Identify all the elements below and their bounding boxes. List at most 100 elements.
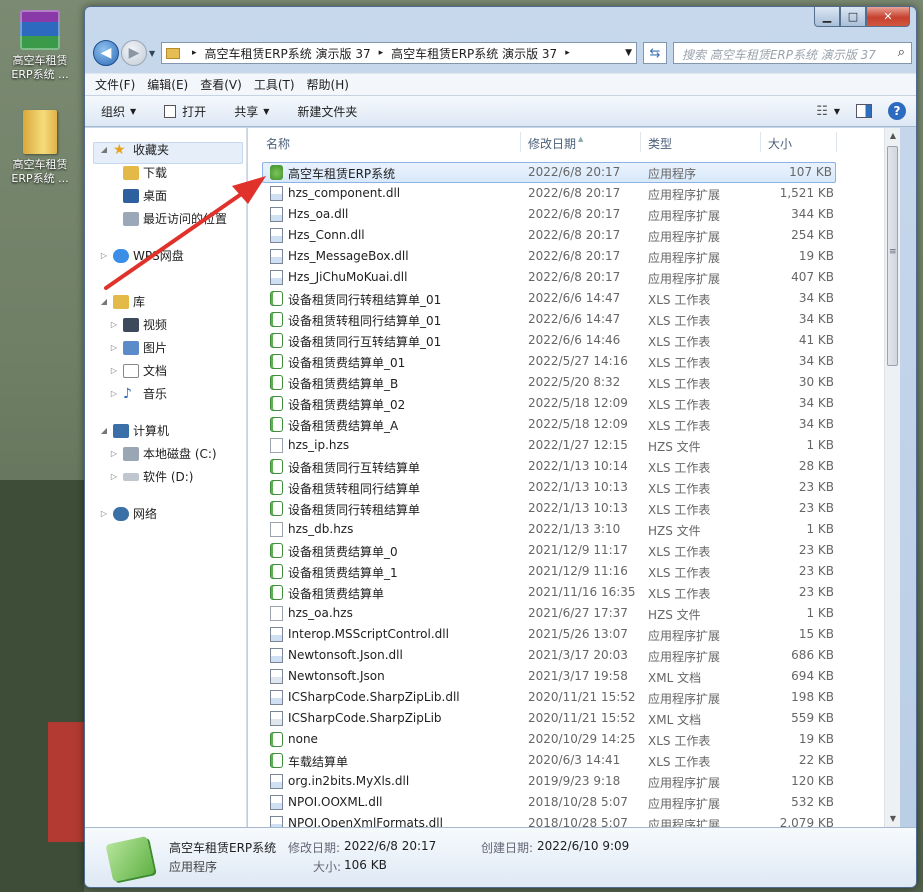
column-size[interactable]: 大小 [768, 135, 792, 152]
expand-icon[interactable]: ◢ [99, 426, 109, 435]
nav-music[interactable]: ▷ ♪ 音乐 [85, 382, 246, 405]
scroll-up-icon[interactable]: ▲ [885, 128, 901, 144]
nav-local-disk[interactable]: ▷ 本地磁盘 (C:) [85, 442, 246, 465]
column-modified[interactable]: 修改日期 [528, 135, 576, 152]
expand-icon[interactable]: ▷ [99, 509, 109, 518]
table-row[interactable]: 设备租赁费结算单 2021/11/16 16:35 XLS 工作表 23 KB [248, 582, 900, 603]
expand-icon[interactable]: ▷ [109, 343, 119, 352]
help-icon[interactable]: ? [888, 102, 906, 120]
expand-icon[interactable]: ▷ [109, 449, 119, 458]
breadcrumb-separator[interactable]: ▸ [565, 48, 570, 58]
file-type: XLS 工作表 [648, 335, 711, 349]
vertical-scrollbar[interactable]: ▲ ▼ [884, 128, 900, 827]
table-row[interactable]: 设备租赁转租同行结算单_01 2022/6/6 14:47 XLS 工作表 34 KB [248, 309, 900, 330]
expand-icon[interactable]: ▷ [99, 251, 109, 260]
table-row[interactable]: 设备租赁费结算单_B 2022/5/20 8:32 XLS 工作表 30 KB [248, 372, 900, 393]
scrollbar-thumb[interactable] [887, 146, 898, 366]
breadcrumb-separator[interactable]: ▸ [379, 48, 384, 58]
nav-wps[interactable]: ▷ WPS网盘 [85, 244, 246, 267]
maximize-button[interactable]: □ [840, 7, 866, 27]
table-row[interactable]: ICSharpCode.SharpZipLib 2020/11/21 15:52 X… [248, 708, 900, 729]
table-row[interactable]: 设备租赁同行互转结算单_01 2022/6/6 14:46 XLS 工作表 41 KB [248, 330, 900, 351]
expand-icon[interactable]: ▷ [109, 320, 119, 329]
table-row[interactable]: hzs_component.dll 2022/6/8 20:17 应用程序扩展 1,5… [248, 183, 900, 204]
breadcrumb-item[interactable]: 高空车租赁ERP系统 演示版 37 [205, 45, 371, 62]
table-row[interactable]: Hzs_Conn.dll 2022/6/8 20:17 应用程序扩展 254 KB [248, 225, 900, 246]
scroll-down-icon[interactable]: ▼ [885, 811, 901, 827]
table-row[interactable]: org.in2bits.MyXls.dll 2019/9/23 9:18 应用程序扩… [248, 771, 900, 792]
organize-button[interactable]: 组织 ▼ [101, 103, 136, 120]
nav-recent[interactable]: 最近访问的位置 [85, 207, 246, 230]
expand-icon[interactable]: ◢ [99, 145, 109, 154]
nav-favorites[interactable]: ◢ ★ 收藏夹 [85, 138, 246, 161]
nav-network[interactable]: ▷ 网络 [85, 502, 246, 525]
open-button[interactable]: 打开 [164, 103, 206, 120]
chevron-down-icon[interactable]: ▼ [625, 48, 632, 58]
preview-pane-icon[interactable] [856, 104, 872, 118]
menu-file[interactable]: 文件(F) [95, 76, 135, 93]
table-row[interactable]: Hzs_MessageBox.dll 2022/6/8 20:17 应用程序扩展 19… [248, 246, 900, 267]
desktop-icon-folder[interactable]: 高空车租赁ERP系统 ... [4, 110, 76, 186]
change-view-icon[interactable]: ☷ [816, 104, 828, 119]
back-button[interactable]: ◀ [93, 40, 119, 66]
table-row[interactable]: ICSharpCode.SharpZipLib.dll 2020/11/21 15… [248, 687, 900, 708]
close-button[interactable]: ✕ [866, 7, 910, 27]
nav-downloads[interactable]: 下载 [85, 161, 246, 184]
table-row[interactable]: none 2020/10/29 14:25 XLS 工作表 19 KB [248, 729, 900, 750]
table-row[interactable]: 设备租赁费结算单_A 2022/5/18 12:09 XLS 工作表 34 KB [248, 414, 900, 435]
refresh-button[interactable]: ⇆ [643, 42, 667, 64]
breadcrumb-item[interactable]: 高空车租赁ERP系统 演示版 37 [391, 45, 557, 62]
table-row[interactable]: 高空车租赁ERP系统 2022/6/8 20:17 应用程序 107 KB [262, 162, 836, 183]
table-row[interactable]: 设备租赁费结算单_02 2022/5/18 12:09 XLS 工作表 34 KB [248, 393, 900, 414]
desktop-icon-archive[interactable]: 高空车租赁ERP系统 ... [4, 10, 76, 82]
nav-documents[interactable]: ▷ 文档 [85, 359, 246, 382]
menu-view[interactable]: 查看(V) [200, 76, 242, 93]
nav-desktop[interactable]: 桌面 [85, 184, 246, 207]
menu-edit[interactable]: 编辑(E) [147, 76, 188, 93]
table-row[interactable]: Newtonsoft.Json 2021/3/17 19:58 XML 文档 694 … [248, 666, 900, 687]
table-row[interactable]: 车载结算单 2020/6/3 14:41 XLS 工作表 22 KB [248, 750, 900, 771]
table-row[interactable]: 设备租赁同行转租结算单_01 2022/6/6 14:47 XLS 工作表 34 KB [248, 288, 900, 309]
breadcrumb-separator[interactable]: ▸ [192, 48, 197, 58]
table-row[interactable]: Hzs_JiChuMoKuai.dll 2022/6/8 20:17 应用程序扩展 4… [248, 267, 900, 288]
column-type[interactable]: 类型 [648, 135, 672, 152]
expand-icon[interactable]: ▷ [109, 389, 119, 398]
recent-pages-dropdown[interactable]: ▼ [149, 49, 155, 58]
table-row[interactable]: hzs_ip.hzs 2022/1/27 12:15 HZS 文件 1 KB [248, 435, 900, 456]
table-row[interactable]: Hzs_oa.dll 2022/6/8 20:17 应用程序扩展 344 KB [248, 204, 900, 225]
nav-videos[interactable]: ▷ 视频 [85, 313, 246, 336]
table-row[interactable]: hzs_oa.hzs 2021/6/27 17:37 HZS 文件 1 KB [248, 603, 900, 624]
table-row[interactable]: Interop.MSScriptControl.dll 2021/5/26 13:… [248, 624, 900, 645]
file-date: 2022/1/13 10:13 [528, 501, 628, 515]
forward-button[interactable]: ▶ [121, 40, 147, 66]
app-file-icon [270, 165, 283, 180]
nav-pictures[interactable]: ▷ 图片 [85, 336, 246, 359]
menu-help[interactable]: 帮助(H) [307, 76, 349, 93]
minimize-button[interactable]: ▁ [814, 7, 840, 27]
chevron-down-icon[interactable]: ▼ [834, 107, 840, 116]
file-name: 设备租赁费结算单_A [288, 419, 399, 433]
address-bar[interactable]: ▸ 高空车租赁ERP系统 演示版 37 ▸ 高空车租赁ERP系统 演示版 37 … [161, 42, 637, 64]
expand-icon[interactable]: ◢ [99, 297, 109, 306]
share-button[interactable]: 共享 ▼ [234, 103, 269, 120]
nav-libraries[interactable]: ◢ 库 [85, 290, 246, 313]
table-row[interactable]: 设备租赁费结算单_1 2021/12/9 11:16 XLS 工作表 23 KB [248, 561, 900, 582]
table-row[interactable]: NPOI.OOXML.dll 2018/10/28 5:07 应用程序扩展 532 K… [248, 792, 900, 813]
menu-tools[interactable]: 工具(T) [254, 76, 295, 93]
table-row[interactable]: hzs_db.hzs 2022/1/13 3:10 HZS 文件 1 KB [248, 519, 900, 540]
nav-software-drive[interactable]: ▷ 软件 (D:) [85, 465, 246, 488]
column-name[interactable]: 名称 [266, 135, 290, 152]
table-row[interactable]: 设备租赁同行转租结算单 2022/1/13 10:13 XLS 工作表 23 KB [248, 498, 900, 519]
expand-icon[interactable]: ▷ [109, 366, 119, 375]
file-size: 407 KB [791, 270, 834, 284]
nav-computer[interactable]: ◢ 计算机 [85, 419, 246, 442]
table-row[interactable]: Newtonsoft.Json.dll 2021/3/17 20:03 应用程序扩展… [248, 645, 900, 666]
search-input[interactable]: 搜索 高空车租赁ERP系统 演示版 37 ⌕ [673, 42, 912, 64]
expand-icon[interactable]: ▷ [109, 472, 119, 481]
table-row[interactable]: 设备租赁转租同行结算单 2022/1/13 10:13 XLS 工作表 23 KB [248, 477, 900, 498]
table-row[interactable]: 设备租赁费结算单_01 2022/5/27 14:16 XLS 工作表 34 KB [248, 351, 900, 372]
search-icon[interactable]: ⌕ [898, 45, 905, 60]
new-folder-button[interactable]: 新建文件夹 [297, 103, 357, 120]
table-row[interactable]: 设备租赁同行互转结算单 2022/1/13 10:14 XLS 工作表 28 KB [248, 456, 900, 477]
table-row[interactable]: 设备租赁费结算单_0 2021/12/9 11:17 XLS 工作表 23 KB [248, 540, 900, 561]
